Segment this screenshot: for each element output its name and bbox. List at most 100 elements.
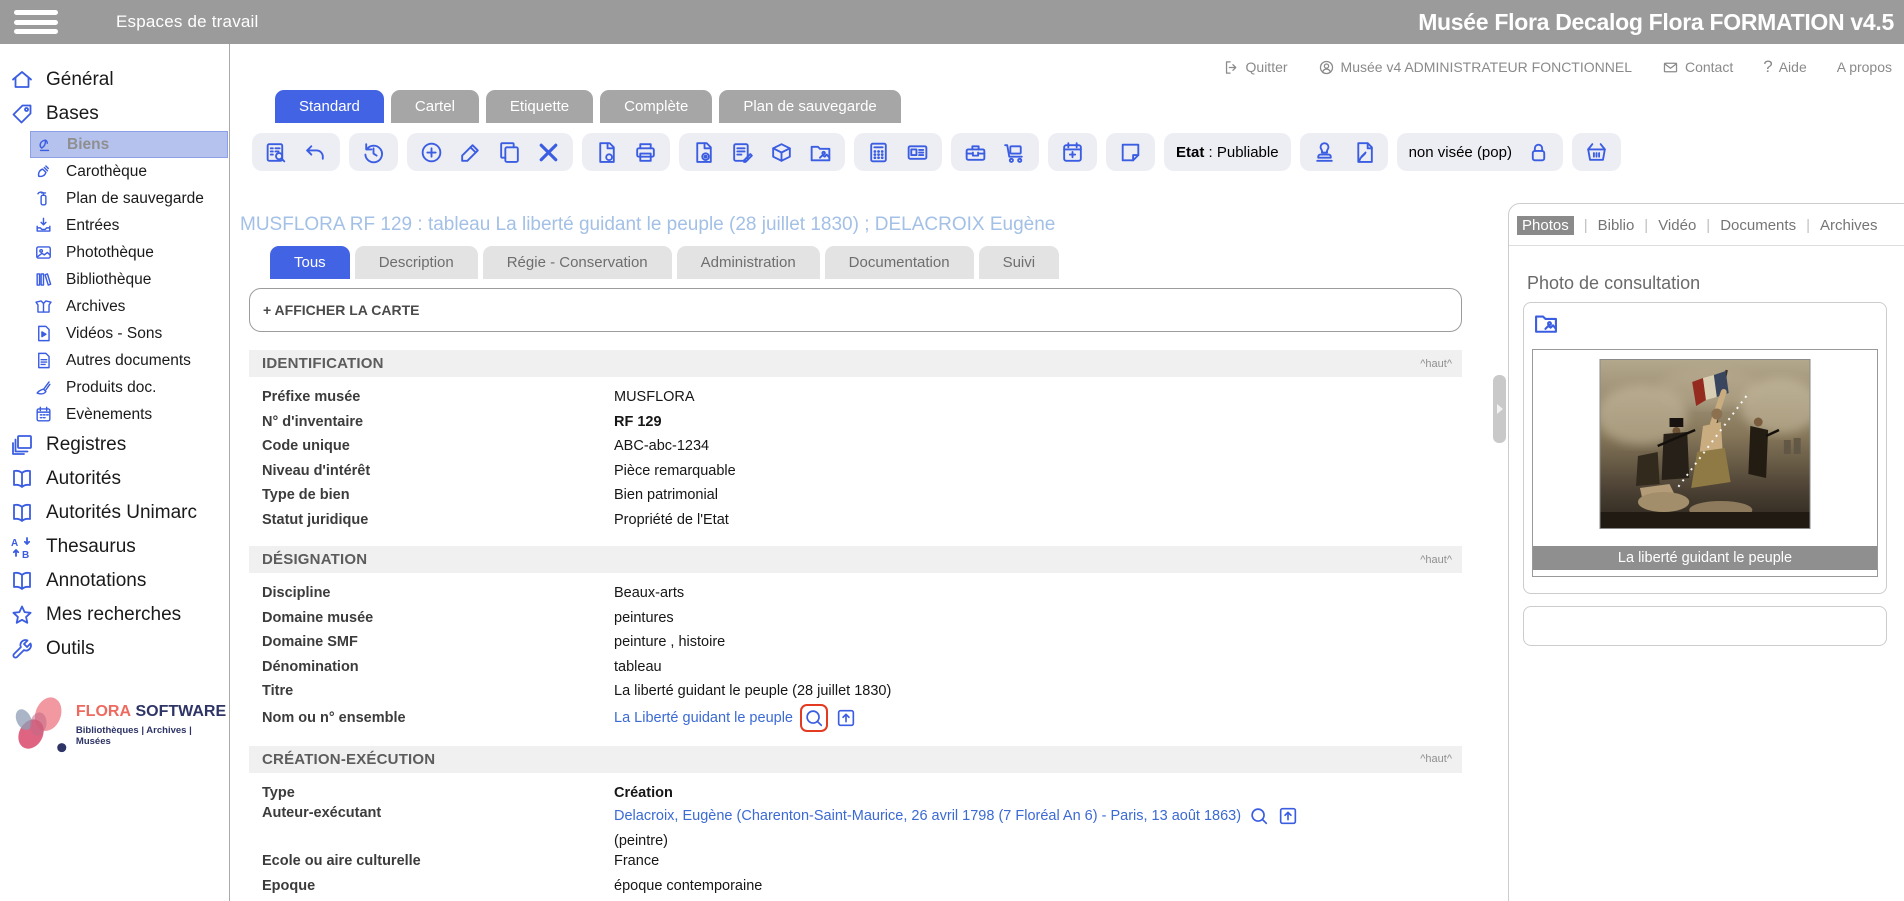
sidebar-item-thesaurus[interactable]: ABThesaurus xyxy=(0,530,229,564)
sidebar-item-produits-doc[interactable]: Produits doc. xyxy=(30,374,229,401)
back-to-top-link[interactable]: ^haut^ xyxy=(1420,554,1452,566)
calculator-icon[interactable] xyxy=(866,140,891,165)
sidebar-item-general[interactable]: Général xyxy=(0,63,229,97)
sidebar-item-mes-recherches[interactable]: Mes recherches xyxy=(0,598,229,632)
package-icon[interactable] xyxy=(769,140,794,165)
undo-icon[interactable] xyxy=(303,140,328,165)
user-icon xyxy=(1318,59,1335,76)
field-label: Statut juridique xyxy=(249,512,614,528)
sidebar-item-label: Mes recherches xyxy=(46,604,181,626)
menu-icon[interactable] xyxy=(14,10,58,34)
media-tab-archives[interactable]: Archives xyxy=(1820,217,1878,234)
sidebar-item-autorites[interactable]: Autorités xyxy=(0,462,229,496)
field-value: La liberté guidant le peuple (28 juillet… xyxy=(614,683,891,699)
search-icon[interactable] xyxy=(803,707,825,729)
record-tab-administration[interactable]: Administration xyxy=(677,246,820,279)
sidebar-item-label: Carothèque xyxy=(66,163,147,181)
print-icon[interactable] xyxy=(633,140,658,165)
sidebar-item-label: Archives xyxy=(66,298,125,316)
record-tab-tous[interactable]: Tous xyxy=(270,246,350,279)
record-tab-documentation[interactable]: Documentation xyxy=(825,246,974,279)
media-tab-photos[interactable]: Photos xyxy=(1517,216,1574,235)
attach-doc-icon[interactable] xyxy=(691,140,716,165)
record-tab-regie-conservation[interactable]: Régie - Conservation xyxy=(483,246,672,279)
note-icon[interactable] xyxy=(1118,140,1143,165)
writing-icon xyxy=(34,378,53,397)
sidebar-item-evenements[interactable]: Evènements xyxy=(30,401,229,428)
list-search-icon[interactable] xyxy=(264,140,289,165)
sidebar-item-label: Autorités Unimarc xyxy=(46,502,197,524)
id-card-icon[interactable] xyxy=(905,140,930,165)
view-tab-etiquette[interactable]: Etiquette xyxy=(486,90,593,123)
view-tab-cartel[interactable]: Cartel xyxy=(391,90,479,123)
sidebar-item-bases[interactable]: Bases xyxy=(0,97,229,131)
sidebar-item-autorites-unimarc[interactable]: Autorités Unimarc xyxy=(0,496,229,530)
back-to-top-link[interactable]: ^haut^ xyxy=(1420,753,1452,765)
registers-icon xyxy=(10,433,34,457)
painting-thumbnail[interactable] xyxy=(1601,360,1810,528)
back-to-top-link[interactable]: ^haut^ xyxy=(1420,358,1452,370)
header-link-musee-v4-administrateur-fonctionnel[interactable]: Musée v4 ADMINISTRATEUR FONCTIONNEL xyxy=(1318,59,1632,76)
view-tab-complete[interactable]: Complète xyxy=(600,90,712,123)
toolbar-group-3 xyxy=(407,133,573,171)
sidebar-item-phototheque[interactable]: Photothèque xyxy=(30,239,229,266)
header-link-quitter[interactable]: Quitter xyxy=(1223,59,1288,76)
bust-icon xyxy=(35,135,54,154)
field-label: Discipline xyxy=(249,585,614,601)
sidebar-item-bibliotheque[interactable]: Bibliothèque xyxy=(30,266,229,293)
open-record-icon[interactable] xyxy=(1277,805,1299,827)
sidebar-item-carotheque[interactable]: Carothèque xyxy=(30,158,229,185)
folder-image-icon[interactable] xyxy=(808,140,833,165)
map-expander[interactable]: + AFFICHER LA CARTE xyxy=(249,288,1462,332)
field-value-link[interactable]: La Liberté guidant le peuple xyxy=(614,710,793,726)
media-tab-video[interactable]: Vidéo xyxy=(1658,217,1696,234)
copy-icon[interactable] xyxy=(497,140,522,165)
sidebar-item-registres[interactable]: Registres xyxy=(0,428,229,462)
record-tab-suivi[interactable]: Suivi xyxy=(979,246,1060,279)
sidebar-item-entrees[interactable]: Entrées xyxy=(30,212,229,239)
view-tab-plan-de-sauvegarde[interactable]: Plan de sauvegarde xyxy=(719,90,900,123)
folder-image-icon[interactable] xyxy=(1532,309,1560,337)
form-edit-icon[interactable] xyxy=(730,140,755,165)
section-creation-execution: CRÉATION-EXÉCUTION^haut^TypeCréationAute… xyxy=(249,746,1462,899)
sidebar-item-plan-de-sauvegarde[interactable]: Plan de sauvegarde xyxy=(30,185,229,212)
sidebar-item-annotations[interactable]: Annotations xyxy=(0,564,229,598)
search-icon[interactable] xyxy=(1248,805,1270,827)
workspace-label[interactable]: Espaces de travail xyxy=(116,12,259,32)
delete-icon[interactable] xyxy=(536,140,561,165)
sidebar-item-label: Général xyxy=(46,69,114,91)
toolbox-icon[interactable] xyxy=(963,140,988,165)
media-tab-biblio[interactable]: Biblio xyxy=(1598,217,1635,234)
sidebar-item-archives[interactable]: Archives xyxy=(30,293,229,320)
sidebar-item-biens[interactable]: Biens xyxy=(30,131,228,158)
section-title: CRÉATION-EXÉCUTION xyxy=(249,751,435,768)
header-link-a-propos[interactable]: A propos xyxy=(1837,59,1892,75)
edit-icon[interactable] xyxy=(458,140,483,165)
record-tab-description[interactable]: Description xyxy=(355,246,478,279)
sidebar-item-autres-documents[interactable]: Autres documents xyxy=(30,347,229,374)
stamp-icon[interactable] xyxy=(1312,140,1337,165)
doc-sign-icon[interactable] xyxy=(1351,140,1376,165)
export-doc-icon[interactable] xyxy=(594,140,619,165)
sidebar-item-outils[interactable]: Outils xyxy=(0,632,229,666)
calendar-add-icon[interactable] xyxy=(1060,140,1085,165)
panel-collapse-handle[interactable] xyxy=(1493,375,1506,443)
basket-icon[interactable] xyxy=(1584,140,1609,165)
sidebar-item-videos-sons[interactable]: Vidéos - Sons xyxy=(30,320,229,347)
open-record-icon[interactable] xyxy=(835,707,857,729)
svg-text:B: B xyxy=(22,550,29,559)
media-tab-documents[interactable]: Documents xyxy=(1720,217,1796,234)
add-icon[interactable] xyxy=(419,140,444,165)
field-value-link[interactable]: Delacroix, Eugène (Charenton-Saint-Mauri… xyxy=(614,808,1241,824)
trolley-icon[interactable] xyxy=(1002,140,1027,165)
history-icon[interactable] xyxy=(361,140,386,165)
section-identification: IDENTIFICATION^haut^Préfixe muséeMUSFLOR… xyxy=(249,350,1462,532)
header-link-contact[interactable]: Contact xyxy=(1662,59,1733,76)
header-link-aide[interactable]: ?Aide xyxy=(1763,57,1807,77)
media-panel: Photos|Biblio|Vidéo|Documents|Archives P… xyxy=(1493,203,1904,901)
view-tab-standard[interactable]: Standard xyxy=(275,90,384,123)
red-highlight-ring xyxy=(800,704,828,732)
lock-icon[interactable] xyxy=(1526,140,1551,165)
field-value: peintures xyxy=(614,610,674,626)
logout-icon xyxy=(1223,59,1240,76)
